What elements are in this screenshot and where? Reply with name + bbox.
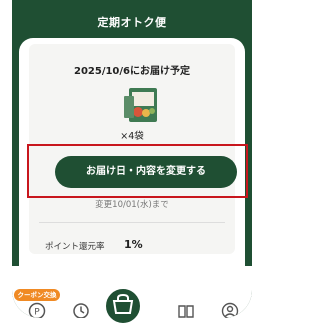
- product-image: [124, 88, 157, 122]
- page-title: 定期オトク便: [97, 16, 167, 29]
- points-rate-label: ポイント還元率: [45, 242, 105, 252]
- book-icon[interactable]: [177, 302, 195, 318]
- quantity: ×4袋: [120, 131, 144, 142]
- subscription-card: 2025/10/6にお届け予定 ×4袋 お届け日・内容を変更する 変更10/01…: [27, 44, 248, 254]
- main-content: 2025/10/6にお届け予定 ×4袋 お届け日・内容を変更する 変更10/01…: [19, 38, 248, 266]
- points-rate-value: 1%: [124, 238, 143, 251]
- cart-tab[interactable]: [103, 286, 143, 326]
- account-icon[interactable]: [221, 302, 239, 318]
- coupon-exchange-badge[interactable]: クーポン交換: [14, 289, 60, 301]
- coupon-point-icon[interactable]: P: [28, 302, 46, 318]
- divider: [39, 222, 225, 223]
- svg-text:P: P: [34, 308, 40, 318]
- delivery-date: 2025/10/6にお届け予定: [73, 66, 190, 77]
- change-deadline: 変更10/01(水)まで: [95, 200, 169, 210]
- app-frame: 定期オトク便 2025/10/6にお届け予定 ×4袋 お届け日・内容を変更する …: [12, 0, 252, 318]
- history-icon[interactable]: [72, 302, 90, 318]
- change-delivery-button[interactable]: お届け日・内容を変更する: [55, 156, 237, 188]
